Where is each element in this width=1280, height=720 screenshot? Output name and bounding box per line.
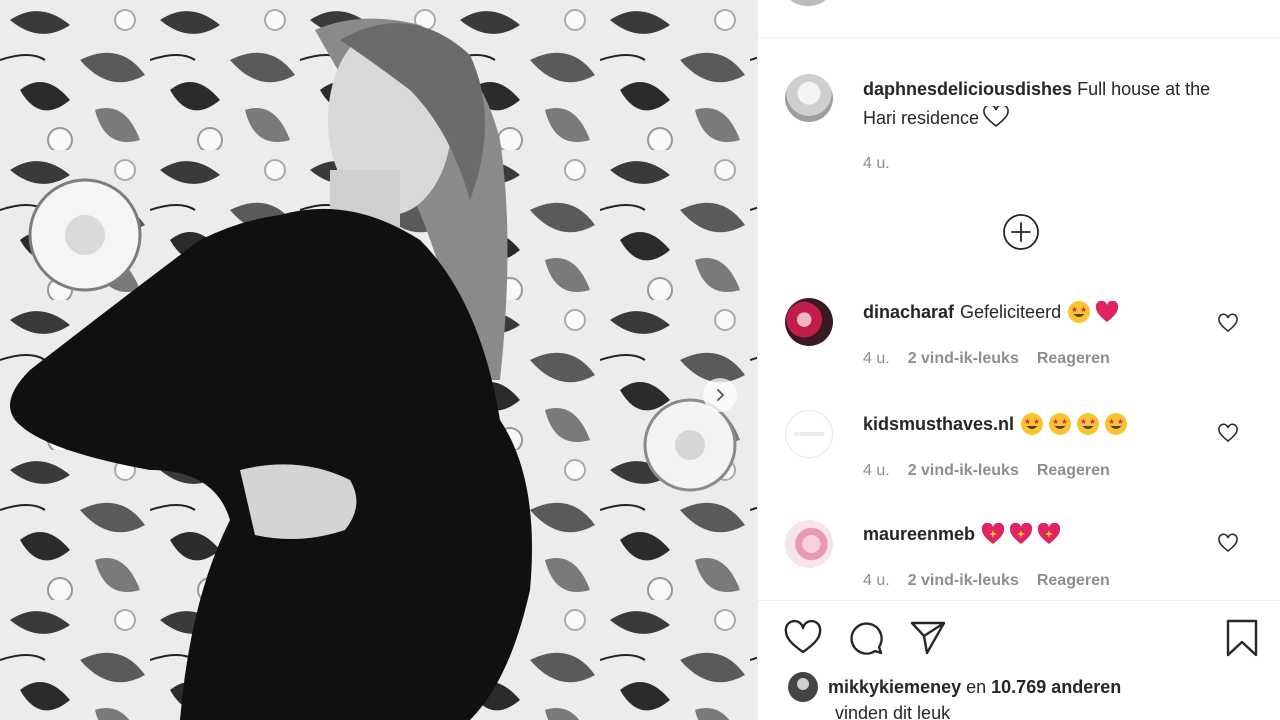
comment-like-heart-icon[interactable] [1216, 531, 1240, 555]
commenter-avatar[interactable] [785, 298, 833, 346]
carousel-next-button[interactable] [703, 378, 737, 412]
post-header [758, 0, 1280, 38]
comment-username[interactable]: maureenmeb [863, 524, 975, 545]
post-photo[interactable] [0, 0, 757, 720]
actions-divider [758, 600, 1280, 601]
post-side-panel: daphnesdeliciousdishes Full house at the… [757, 0, 1280, 720]
plus-circle-icon [1003, 214, 1039, 250]
comment-username[interactable]: kidsmusthaves.nl [863, 414, 1014, 435]
comment-timestamp: 4 u. [863, 462, 890, 479]
red-heart-emoji-icon [1095, 301, 1119, 322]
comment-reply-button[interactable]: Reageren [1037, 350, 1110, 368]
likes-summary: mikkykiemeney en 10.769 anderen [788, 672, 1121, 702]
comment-reply-button[interactable]: Reageren [1037, 462, 1110, 480]
liker-avatar[interactable] [788, 672, 818, 702]
star-struck-emoji-icon [1021, 413, 1044, 435]
caption-timestamp: 4 u. [863, 155, 890, 172]
comment-reply-button[interactable]: Reageren [1037, 572, 1110, 590]
sparkling-heart-emoji-icon [1037, 523, 1061, 544]
star-struck-emoji-icon [1068, 301, 1091, 323]
likes-connector: en [966, 676, 987, 697]
comment-item: maureenmeb 4 u. 2 vind-ik-leuks Reageren [863, 520, 1223, 589]
comment-text: Gefeliciteerd [960, 301, 1062, 322]
liker-username[interactable]: mikkykiemeney [828, 677, 961, 697]
comment-username[interactable]: dinacharaf [863, 302, 954, 323]
post-caption: daphnesdeliciousdishes Full house at the… [863, 75, 1243, 133]
bookmark-icon[interactable] [1222, 618, 1262, 658]
star-struck-emoji-icon [1077, 413, 1100, 435]
comment-like-count[interactable]: 2 vind-ik-leuks [908, 350, 1019, 368]
comment-timestamp: 4 u. [863, 350, 890, 367]
comment-like-count[interactable]: 2 vind-ik-leuks [908, 462, 1019, 480]
comment-like-heart-icon[interactable] [1216, 421, 1240, 445]
comment-bubble-icon[interactable] [846, 618, 886, 658]
commenter-avatar[interactable] [785, 520, 833, 568]
photo-image [0, 0, 757, 720]
likes-suffix: vinden dit leuk [835, 703, 951, 720]
header-avatar[interactable] [788, 0, 828, 6]
comment-item: dinacharaf Gefeliciteerd 4 u. 2 vind-ik-… [863, 298, 1223, 367]
comment-like-count[interactable]: 2 vind-ik-leuks [908, 572, 1019, 590]
star-struck-emoji-icon [1049, 413, 1072, 435]
chevron-right-icon [717, 389, 724, 401]
sparkling-heart-emoji-icon [981, 523, 1005, 544]
author-username[interactable]: daphnesdeliciousdishes [863, 79, 1072, 99]
comment-like-heart-icon[interactable] [1216, 311, 1240, 335]
comment-item: kidsmusthaves.nl 4 u. 2 vind-ik-leuks Re… [863, 410, 1223, 479]
white-heart-emoji-icon [983, 106, 1009, 128]
paper-plane-icon[interactable] [908, 618, 948, 658]
commenter-avatar[interactable] [785, 410, 833, 458]
heart-outline-icon[interactable] [783, 618, 823, 658]
sparkling-heart-emoji-icon [1009, 523, 1033, 544]
comment-timestamp: 4 u. [863, 572, 890, 589]
author-avatar[interactable] [785, 74, 833, 122]
likes-others-count[interactable]: 10.769 anderen [991, 677, 1121, 697]
load-more-comments-button[interactable] [1002, 213, 1040, 251]
star-struck-emoji-icon [1105, 413, 1128, 435]
